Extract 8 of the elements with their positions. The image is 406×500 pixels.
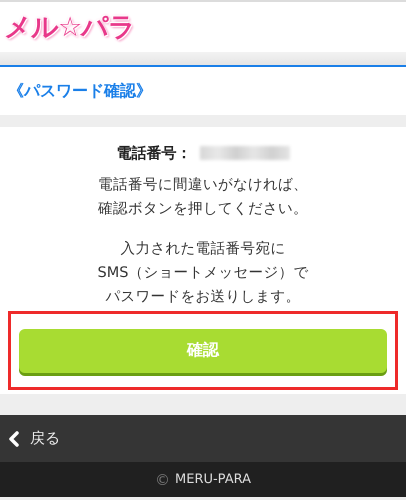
- instruction-text: 入力された電話番号宛に SMS（ショートメッセージ）で パスワードをお送りします。: [98, 240, 308, 307]
- instruction-text: 電話番号に間違いがなければ、 確認ボタンを押してください。: [98, 176, 308, 219]
- footer-text: MERU-PARA: [175, 472, 251, 487]
- back-link[interactable]: 戻る: [8, 429, 60, 448]
- phone-label: 電話番号：: [116, 144, 192, 162]
- chevron-left-icon: [8, 430, 20, 446]
- copyright-icon: ©: [155, 470, 170, 488]
- page-title: 《パスワード確認》: [8, 80, 152, 102]
